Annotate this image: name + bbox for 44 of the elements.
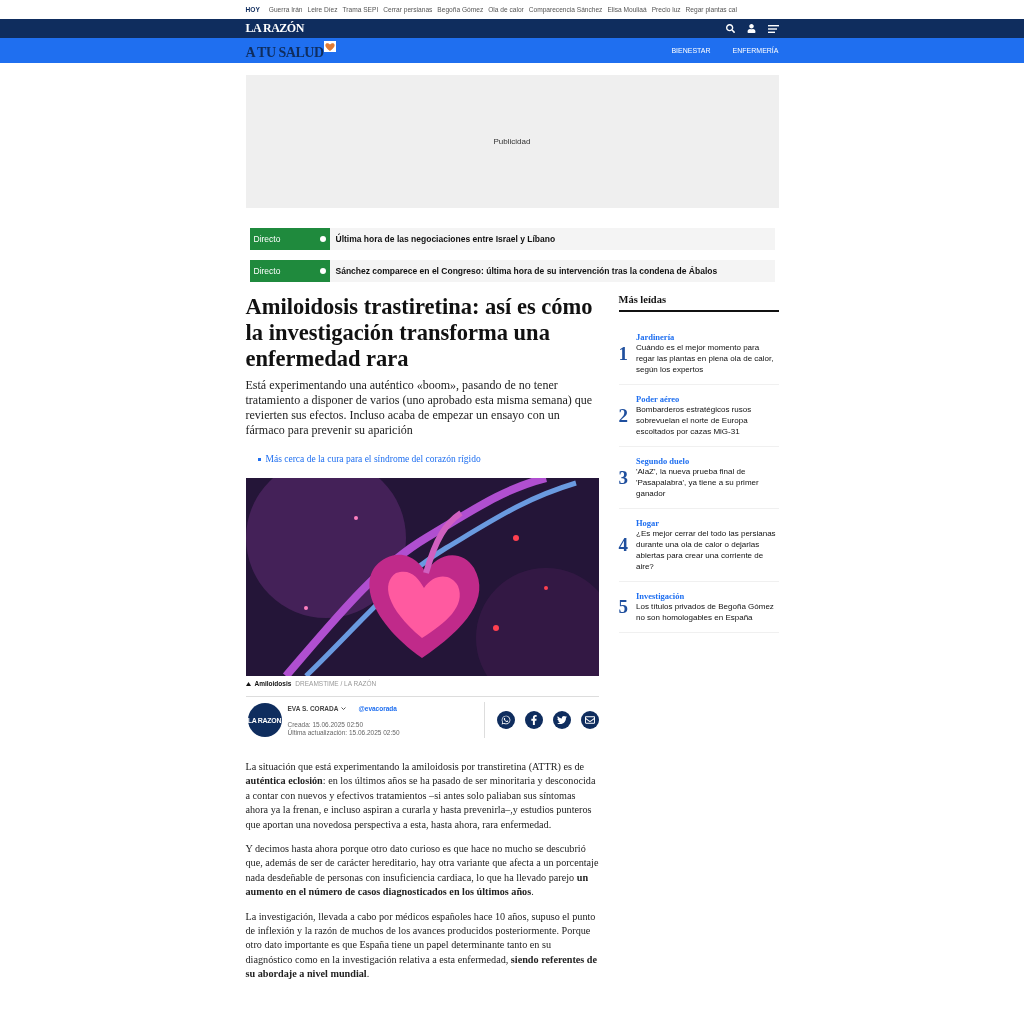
headline-link[interactable]: Cuándo es el mejor momento para regar las plantas en plena ola de calor, según los expertos	[636, 342, 779, 375]
live-badge: Directo	[249, 228, 330, 250]
rank-number: 2	[618, 404, 628, 427]
bird-icon	[556, 715, 567, 725]
rank-number: 5	[618, 596, 628, 618]
heart-icon	[323, 40, 336, 52]
category-link[interactable]: Hogar	[636, 518, 779, 528]
whatsapp-icon	[500, 715, 511, 725]
envelope-icon	[584, 715, 595, 725]
facebook-icon	[528, 715, 539, 725]
menu-icon[interactable]	[767, 24, 779, 33]
category-link[interactable]: Segundo duelo	[636, 456, 779, 466]
chevron-down-icon[interactable]	[341, 706, 347, 710]
headline-link[interactable]: ¿Es mejor cerrar del todo las persianas durante una ola de calor o dejarlas abiertas para crear una corriente de aire?	[636, 528, 779, 572]
headline-link[interactable]: Los títulos privados de Begoña Gómez no son homologables en España	[636, 601, 779, 623]
article-subtitle: Está experimentando una auténtico «boom», pasando de no tener tratamiento a disponer de varios (uno aprobado esta misma semana) que revierten sus efectos. Incluso acaba de empezar un ensayo con un fármaco para prevenir su aparición	[245, 378, 594, 438]
category-link[interactable]: Poder aéreo	[636, 394, 779, 404]
dot-icon	[319, 268, 326, 274]
twitter-share-button[interactable]	[552, 711, 571, 729]
search-icon[interactable]	[725, 24, 735, 33]
rank-number: 4	[618, 534, 628, 556]
live-news-link[interactable]: Directo Sánchez comparece en el Congreso: última hora de su intervención tras la condena de Ábalos	[249, 260, 775, 282]
live-news-link[interactable]: Directo Última hora de las negociaciones entre Israel y Líbano	[249, 228, 775, 250]
dot-icon	[319, 236, 326, 242]
most-read-title: Más leídas	[618, 294, 779, 312]
facebook-share-button[interactable]	[524, 711, 543, 729]
email-share-button[interactable]	[580, 711, 599, 729]
body-paragraph: La investigación, llevada a cabo por médicos españoles hace 10 años, supuso el punto de inflexión y la razón de muchos de los avances producidos posteriormente. Porque otro dato importante es que España tiene un papel determinante tanto en su diagnóstico como en la investigación relativa a esta enfermedad, siendo referentes de su abordaje a nivel mundial.	[245, 909, 599, 982]
user-icon[interactable]	[746, 24, 756, 33]
category-link[interactable]: Jardinería	[636, 332, 779, 342]
headline-link[interactable]: 'AlaZ', la nueva prueba final de 'Pasapalabra', ya tiene a su primer ganador	[636, 466, 779, 499]
triangle-icon	[245, 681, 251, 686]
rank-number: 1	[618, 342, 628, 365]
headline-link[interactable]: Bombarderos estratégicos rusos sobrevuelan el norte de Europa escoltados por cazas MiG-31	[636, 404, 779, 437]
body-paragraph: Y decimos hasta ahora porque otro dato curioso es que hace no mucho se descubrió que, además de ser de carácter hereditario, hay otra variante que afecta a un porcentaje nada desdeñable de personas con insuficiencia cardiaca, lo que ha llevado parejo un aumento en el número de casos diagnosticados en los últimos años.	[245, 842, 599, 900]
whatsapp-share-button[interactable]	[496, 711, 515, 729]
category-link[interactable]: Investigación	[636, 591, 779, 601]
ad-slot: Publicidad	[245, 75, 779, 208]
live-badge: Directo	[249, 260, 330, 282]
article-title: Amiloidosis trastiretina: así es cómo la investigación transforma una enfermedad rara	[245, 294, 594, 372]
related-link[interactable]: Más cerca de la cura para el síndrome del corazón rígido	[257, 454, 599, 464]
logo[interactable]: LA RAZÓN	[245, 21, 304, 36]
body-paragraph: La situación que está experimentando la amiloidosis por transtiretina (ATTR) es de auténtica eclosión: en los últimos años se ha pasado de ser minoritaria y desconocida a contar con nuevos y efectivos tratamientos –si antes solo paliaban sus síntomas ahora ya la frenan, e incluso aspiran a curarla y hasta prevenirla–,y estudios punteros que aportan una novedosa perspectiva a esta, hasta ahora, rara enfermedad.	[245, 760, 597, 832]
rank-number: 3	[618, 466, 628, 489]
